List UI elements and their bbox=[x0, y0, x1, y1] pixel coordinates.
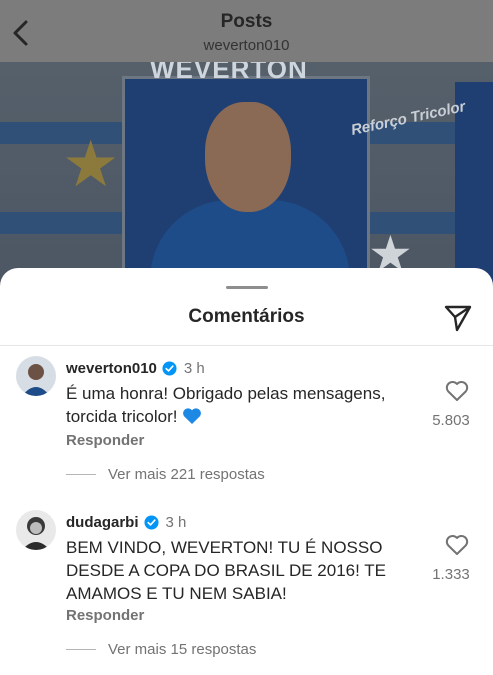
comment-time: 3 h bbox=[183, 360, 205, 377]
comment-text: BEM VINDO, WEVERTON! TU É NOSSO DESDE A … bbox=[66, 538, 386, 603]
replies-line bbox=[66, 474, 96, 475]
view-more-replies-label: Ver mais 221 respostas bbox=[108, 466, 265, 483]
comment-text-block: É uma honra! Obrigado pelas mensagens, t… bbox=[66, 382, 416, 428]
view-more-replies[interactable]: Ver mais 221 respostas bbox=[66, 466, 265, 483]
star-icon: ★ bbox=[62, 128, 120, 200]
page-username: weverton010 bbox=[203, 37, 290, 54]
comment-time: 3 h bbox=[165, 514, 187, 531]
avatar[interactable] bbox=[16, 356, 56, 396]
like-count: 1.333 bbox=[432, 566, 470, 583]
comment-header: dudagarbi 3 h bbox=[66, 514, 186, 531]
comment-username[interactable]: weverton010 bbox=[66, 360, 157, 377]
avatar[interactable] bbox=[16, 510, 56, 550]
post-image: WEVERTON Reforço Tricolor ★ ★ bbox=[0, 62, 493, 282]
blue-heart-emoji-icon bbox=[183, 408, 202, 424]
verified-badge-icon bbox=[143, 515, 159, 530]
page-title: Posts bbox=[220, 11, 273, 32]
like-heart-icon[interactable] bbox=[445, 534, 469, 556]
view-more-replies[interactable]: Ver mais 15 respostas bbox=[66, 641, 256, 658]
comment-header: weverton010 3 h bbox=[66, 360, 205, 377]
like-count: 5.803 bbox=[432, 412, 470, 429]
reply-button[interactable]: Responder bbox=[66, 432, 144, 449]
comment-text: É uma honra! Obrigado pelas mensagens, t… bbox=[66, 384, 386, 426]
drag-handle[interactable] bbox=[226, 286, 268, 289]
like-heart-icon[interactable] bbox=[445, 380, 469, 402]
divider bbox=[0, 345, 493, 346]
top-bar: Posts weverton010 bbox=[0, 0, 493, 62]
comments-title: Comentários bbox=[188, 306, 305, 327]
card-banner-text: WEVERTON bbox=[150, 62, 308, 84]
comments-sheet: Comentários weverton010 3 h É uma honra!… bbox=[0, 268, 493, 675]
comment-username[interactable]: dudagarbi bbox=[66, 514, 139, 531]
reply-button[interactable]: Responder bbox=[66, 607, 144, 624]
player-head bbox=[205, 102, 291, 212]
replies-line bbox=[66, 649, 96, 650]
verified-badge-icon bbox=[162, 361, 177, 376]
share-icon[interactable] bbox=[443, 304, 473, 332]
view-more-replies-label: Ver mais 15 respostas bbox=[108, 641, 257, 658]
